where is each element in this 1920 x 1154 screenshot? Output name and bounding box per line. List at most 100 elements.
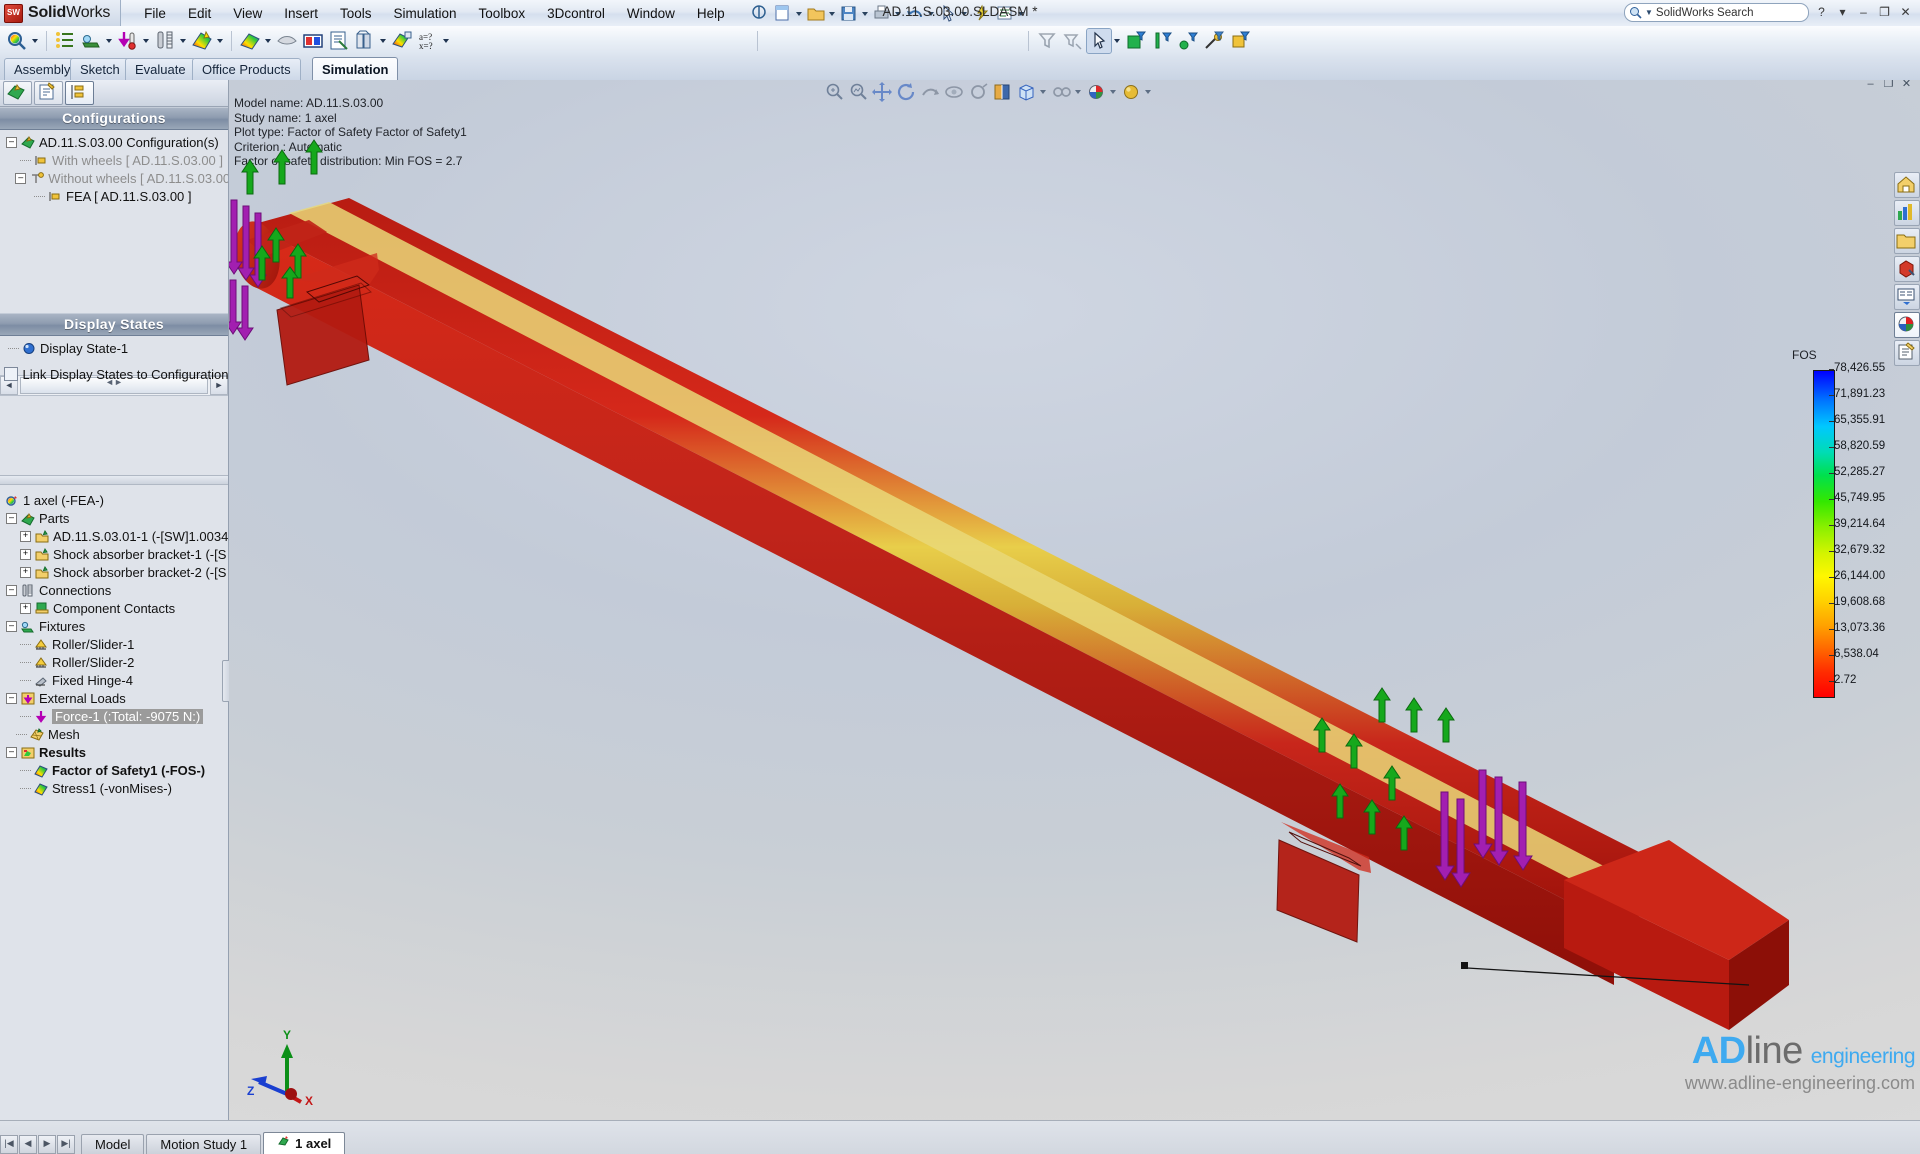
restore-button[interactable]: ❐	[1876, 5, 1893, 21]
deformed-result-icon[interactable]	[275, 29, 299, 53]
expand-toggle[interactable]: +	[19, 530, 31, 542]
tree-row-connections[interactable]: – Connections	[2, 581, 228, 599]
menu-tools[interactable]: Tools	[329, 3, 383, 24]
tab-assembly[interactable]: Assembly	[4, 58, 81, 80]
config-row-fea[interactable]: FEA [ AD.11.S.03.00 ]	[2, 187, 228, 205]
tree-row-factor-of-safety[interactable]: Factor of Safety1 (-FOS-)	[2, 761, 228, 779]
select-filter-caret-icon[interactable]	[1112, 29, 1123, 53]
menu-3dcontrol[interactable]: 3Dcontrol	[536, 3, 616, 24]
tree-row-results[interactable]: – Results	[2, 743, 228, 761]
tree-row-part-2[interactable]: + Shock absorber bracket-1 (-[S	[2, 545, 228, 563]
tab-simulation[interactable]: Simulation	[312, 57, 399, 81]
filter-vertices-icon[interactable]	[1176, 29, 1200, 53]
clear-filter-icon[interactable]	[1061, 29, 1085, 53]
create-mesh-icon[interactable]	[190, 29, 214, 53]
tree-row-fixed-hinge[interactable]: Fixed Hinge-4	[2, 671, 228, 689]
file-explorer-folder-icon[interactable]	[1894, 228, 1920, 254]
collapse-toggle[interactable]: –	[6, 620, 17, 632]
connections-caret-icon[interactable]	[178, 29, 189, 53]
study-advisor-icon[interactable]	[5, 29, 29, 53]
select-filter-pointer-icon[interactable]	[1086, 27, 1112, 54]
tab-motion-study-1[interactable]: Motion Study 1	[146, 1134, 262, 1154]
filter-edges-icon[interactable]	[1150, 29, 1174, 53]
select-caret-icon[interactable]	[960, 3, 968, 23]
tree-row-part-3[interactable]: + Shock absorber bracket-2 (-[S	[2, 563, 228, 581]
tree-row-external-loads[interactable]: – External Loads	[2, 689, 228, 707]
external-loads-advisor-icon[interactable]	[116, 29, 140, 53]
connections-advisor-icon[interactable]	[153, 29, 177, 53]
options-caret-icon[interactable]	[1017, 3, 1025, 23]
apply-material-icon[interactable]	[53, 29, 77, 53]
link-display-states-checkbox[interactable]	[3, 367, 18, 381]
tree-row-mesh[interactable]: Mesh	[2, 725, 228, 743]
collapse-toggle[interactable]: –	[6, 692, 17, 704]
appearances-scenes-icon[interactable]	[1894, 284, 1920, 310]
close-button[interactable]: ✕	[1897, 5, 1914, 21]
menu-edit[interactable]: Edit	[177, 3, 222, 24]
collapse-toggle[interactable]: –	[6, 584, 17, 596]
tree-row-stress[interactable]: Stress1 (-vonMises-)	[2, 779, 228, 797]
display-state-row[interactable]: Display State-1	[2, 339, 228, 357]
undo-caret-icon[interactable]	[927, 3, 935, 23]
tree-row-part-1[interactable]: + AD.11.S.03.01-1 (-[SW]1.0034	[2, 527, 228, 545]
filter-bodies-icon[interactable]	[1228, 29, 1252, 53]
expand-toggle[interactable]: +	[20, 566, 31, 578]
configuration-manager-tab-icon[interactable]	[65, 81, 94, 105]
menu-file[interactable]: File	[133, 3, 177, 24]
new-document-caret-icon[interactable]	[795, 3, 803, 23]
tab-evaluate[interactable]: Evaluate	[125, 58, 196, 80]
menu-help[interactable]: Help	[686, 3, 736, 24]
menu-toolbox[interactable]: Toolbox	[468, 3, 537, 24]
next-tab-button[interactable]: ▶	[38, 1135, 56, 1154]
help-button[interactable]: ?	[1813, 5, 1830, 21]
menu-window[interactable]: Window	[616, 3, 686, 24]
tree-row-force-1[interactable]: Force-1 (:Total: -9075 N:)	[2, 707, 228, 725]
search-input[interactable]: ▼ SolidWorks Search	[1624, 3, 1809, 22]
expand-toggle[interactable]: +	[20, 548, 31, 560]
filter-dimensions-icon[interactable]	[1202, 29, 1226, 53]
panel-splitter[interactable]	[0, 475, 228, 485]
create-mesh-caret-icon[interactable]	[215, 29, 226, 53]
results-advisor-caret-icon[interactable]	[263, 29, 274, 53]
tab-study-1-axel[interactable]: 1 axel	[263, 1132, 346, 1154]
config-row-with-wheels[interactable]: With wheels [ AD.11.S.03.00 ]	[2, 151, 228, 169]
print-icon[interactable]	[871, 3, 893, 23]
rebuild-icon[interactable]	[970, 3, 992, 23]
filter-icon[interactable]	[1035, 29, 1059, 53]
feature-manager-tab-icon[interactable]	[3, 81, 32, 105]
help-caret-icon[interactable]: ▾	[1834, 5, 1851, 21]
collapse-toggle[interactable]: –	[15, 172, 27, 184]
fixtures-advisor-icon[interactable]	[79, 29, 103, 53]
menu-simulation[interactable]: Simulation	[383, 3, 468, 24]
link-display-states-checkbox-row[interactable]: Link Display States to Configurations	[2, 365, 228, 383]
tree-row-roller-slider-2[interactable]: Roller/Slider-2	[2, 653, 228, 671]
collapse-toggle[interactable]: –	[6, 136, 17, 148]
property-manager-tab-icon[interactable]	[34, 81, 63, 105]
tab-sketch[interactable]: Sketch	[70, 58, 130, 80]
equations-caret-icon[interactable]	[441, 29, 452, 53]
tree-row-fixtures[interactable]: – Fixtures	[2, 617, 228, 635]
filter-faces-icon[interactable]	[1124, 29, 1148, 53]
print-caret-icon[interactable]	[894, 3, 902, 23]
previous-tab-button[interactable]: ◀	[19, 1135, 37, 1154]
tree-row-study[interactable]: 1 axel (-FEA-)	[2, 491, 228, 509]
tree-row-component-contacts[interactable]: + Component Contacts	[2, 599, 228, 617]
expand-toggle[interactable]: +	[20, 602, 31, 614]
first-tab-button[interactable]: |◀	[0, 1135, 18, 1154]
tree-row-parts[interactable]: – Parts	[2, 509, 228, 527]
sw-resources-home-icon[interactable]	[1894, 172, 1920, 198]
results-advisor-icon[interactable]	[238, 29, 262, 53]
design-library-icon[interactable]	[1894, 200, 1920, 226]
tab-office-products[interactable]: Office Products	[192, 58, 301, 80]
equations-icon[interactable]: a=? x=?	[416, 29, 440, 53]
fixtures-caret-icon[interactable]	[104, 29, 115, 53]
design-insight-icon[interactable]	[390, 29, 414, 53]
save-icon[interactable]	[838, 3, 860, 23]
select-icon[interactable]	[937, 3, 959, 23]
compare-results-icon[interactable]	[301, 29, 325, 53]
collapse-toggle[interactable]: –	[6, 512, 17, 524]
last-tab-button[interactable]: ▶|	[57, 1135, 75, 1154]
minimize-button[interactable]: –	[1855, 5, 1872, 21]
view-palette-icon[interactable]	[1894, 256, 1920, 282]
options-icon[interactable]	[994, 3, 1016, 23]
